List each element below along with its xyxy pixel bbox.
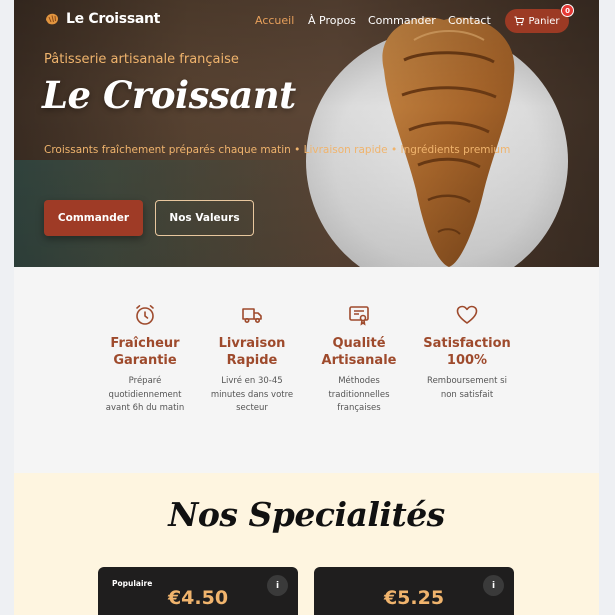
feature-title: Qualité Artisanale (321, 336, 397, 368)
features-section: Fraîcheur Garantie Préparé quotidienneme… (14, 267, 599, 473)
hero-title: Le Croissant (42, 73, 296, 117)
hero-tagline: Croissants fraîchement préparés chaque m… (44, 144, 511, 156)
info-icon[interactable]: i (267, 575, 288, 596)
hero-subtitle: Pâtisserie artisanale française (44, 52, 239, 67)
brand-logo[interactable]: Le Croissant (44, 11, 160, 27)
nav-link-commander[interactable]: Commander (368, 14, 436, 27)
feature-title: Livraison Rapide (218, 336, 286, 368)
cart-label: Panier (528, 15, 560, 27)
certificate-icon (349, 306, 369, 326)
feature-description: Livré en 30-45 minutes dans votre secteu… (210, 376, 294, 413)
nav-link-contact[interactable]: Contact (448, 14, 491, 27)
nav-link-a-propos[interactable]: À Propos (308, 14, 356, 27)
cart-count-badge: 0 (561, 4, 574, 17)
cart-icon (514, 16, 525, 26)
croissant-logo-icon (46, 13, 58, 25)
feature-description: Méthodes traditionnelles françaises (328, 376, 390, 413)
page: Le Croissant Accueil À Propos Commander … (14, 0, 599, 615)
hero-section: Le Croissant Accueil À Propos Commander … (14, 0, 599, 267)
values-button[interactable]: Nos Valeurs (155, 200, 254, 236)
product-card[interactable]: €5.25 i (314, 567, 514, 615)
specialites-section: Nos Specialités Populaire €4.50 i €5.25 … (14, 473, 599, 615)
order-button[interactable]: Commander (44, 200, 143, 236)
heart-icon (456, 305, 478, 324)
feature-title: Satisfaction 100% (423, 336, 511, 368)
brand-name: Le Croissant (66, 11, 161, 27)
feature-description: Préparé quotidiennement avant 6h du mati… (105, 376, 185, 413)
alarm-clock-icon (136, 305, 154, 325)
nav-link-accueil[interactable]: Accueil (255, 14, 294, 27)
delivery-truck-icon (242, 308, 262, 324)
feature-description: Remboursement si non satisfait (427, 376, 507, 400)
product-card[interactable]: Populaire €4.50 i (98, 567, 298, 615)
feature-title: Fraîcheur Garantie (110, 336, 180, 368)
section-title: Nos Specialités (168, 495, 445, 534)
top-navigation: Le Croissant Accueil À Propos Commander … (14, 0, 599, 42)
info-icon[interactable]: i (483, 575, 504, 596)
cart-button[interactable]: Panier (505, 9, 569, 33)
